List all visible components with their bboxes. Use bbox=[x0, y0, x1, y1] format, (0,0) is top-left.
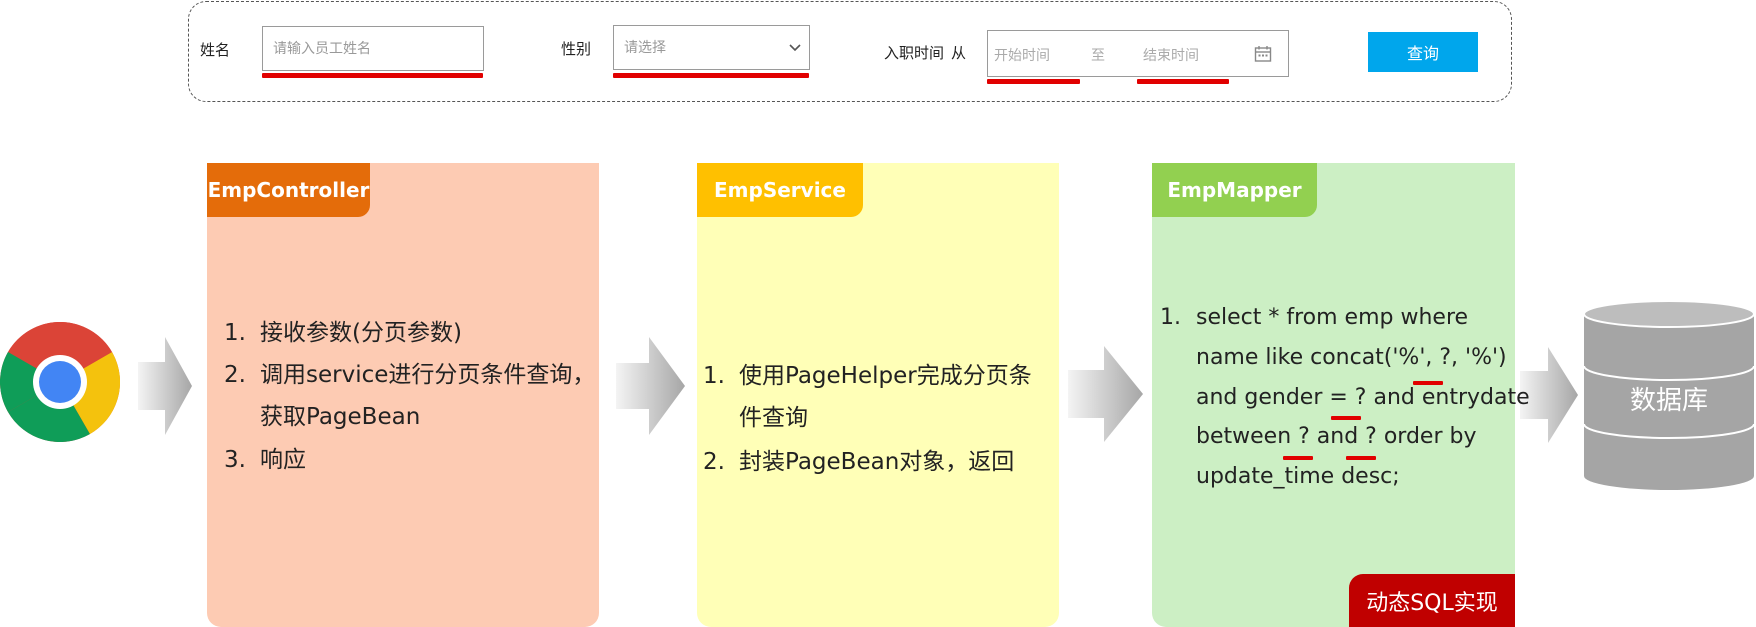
step-text: 响应 bbox=[260, 447, 306, 473]
arrow-browser-to-controller bbox=[138, 337, 192, 435]
arrow-controller-to-service bbox=[616, 337, 685, 435]
mapper-step-number: 1. bbox=[1160, 305, 1181, 330]
step-text-continued: 获取PageBean bbox=[260, 404, 421, 430]
mapper-title: EmpMapper bbox=[1152, 163, 1317, 217]
sql-line-3: and gender = ? and entrydate bbox=[1196, 385, 1530, 410]
step-number: 1. bbox=[224, 320, 246, 346]
placeholder-underline-end bbox=[1346, 456, 1376, 460]
service-step-2: 2. 封装PageBean对象，返回 bbox=[703, 447, 1055, 477]
controller-step-2: 2. 调用service进行分页条件查询， 获取PageBean bbox=[224, 360, 596, 432]
placeholder-underline-gender bbox=[1331, 416, 1361, 420]
controller-step-3: 3. 响应 bbox=[224, 445, 596, 475]
placeholder-underline-name bbox=[1413, 381, 1443, 385]
placeholder-underline-begin bbox=[1283, 456, 1313, 460]
dynamic-sql-badge: 动态SQL实现 bbox=[1349, 574, 1515, 627]
mapper-sql: select * from emp where name like concat… bbox=[1196, 303, 1530, 503]
sql-line-2: name like concat('%', ?, '%') bbox=[1196, 345, 1507, 370]
step-number: 3. bbox=[224, 447, 246, 473]
step-number: 1. bbox=[703, 363, 725, 389]
controller-step-1: 1. 接收参数(分页参数) bbox=[224, 318, 596, 348]
arrow-service-to-mapper bbox=[1068, 346, 1143, 442]
step-text: 封装PageBean对象，返回 bbox=[739, 449, 1015, 475]
controller-title: EmpController bbox=[207, 163, 370, 217]
step-text: 使用PageHelper完成分页条 bbox=[739, 363, 1032, 389]
sql-line-1: select * from emp where bbox=[1196, 305, 1469, 330]
sql-line-4: between ? and ? order by bbox=[1196, 424, 1477, 449]
step-number: 2. bbox=[703, 449, 725, 475]
sql-line-5: update_time desc; bbox=[1196, 464, 1400, 489]
controller-steps: 1. 接收参数(分页参数) 2. 调用service进行分页条件查询， 获取Pa… bbox=[224, 318, 596, 498]
service-steps: 1. 使用PageHelper完成分页条 件查询 2. 封装PageBean对象… bbox=[703, 361, 1055, 501]
step-text: 接收参数(分页参数) bbox=[260, 320, 462, 346]
database-label: 数据库 bbox=[1629, 386, 1708, 416]
service-step-1: 1. 使用PageHelper完成分页条 件查询 bbox=[703, 361, 1055, 433]
step-text-continued: 件查询 bbox=[739, 405, 808, 431]
service-title: EmpService bbox=[697, 163, 863, 217]
step-text: 调用service进行分页条件查询， bbox=[260, 362, 596, 388]
step-number: 2. bbox=[224, 362, 246, 388]
